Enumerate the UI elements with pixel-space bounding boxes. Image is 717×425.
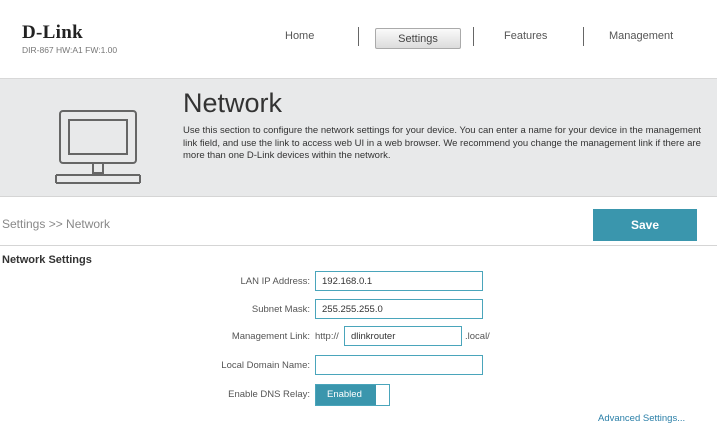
nav-settings[interactable]: Settings bbox=[375, 28, 461, 49]
computer-network-icon bbox=[48, 109, 148, 194]
subnet-mask-input[interactable] bbox=[315, 299, 483, 319]
dns-relay-state: Enabled bbox=[316, 385, 376, 405]
management-link-suffix: .local/ bbox=[465, 331, 490, 342]
nav-divider bbox=[358, 27, 359, 46]
advanced-settings-link[interactable]: Advanced Settings... bbox=[598, 413, 685, 424]
nav-divider bbox=[473, 27, 474, 46]
lan-ip-label: LAN IP Address: bbox=[240, 276, 310, 287]
dns-relay-label: Enable DNS Relay: bbox=[228, 389, 310, 400]
management-link-input[interactable] bbox=[344, 326, 462, 346]
nav-home[interactable]: Home bbox=[285, 30, 314, 42]
subnet-mask-label: Subnet Mask: bbox=[251, 304, 310, 315]
top-header: D-Link DIR-867 HW:A1 FW:1.00 Home Settin… bbox=[0, 0, 717, 78]
section-title: Network Settings bbox=[2, 254, 92, 266]
lan-ip-input[interactable] bbox=[315, 271, 483, 291]
local-domain-input[interactable] bbox=[315, 355, 483, 375]
save-button[interactable]: Save bbox=[593, 209, 697, 241]
page-description: Use this section to configure the networ… bbox=[183, 125, 702, 161]
page-title: Network bbox=[183, 88, 283, 118]
nav-features[interactable]: Features bbox=[504, 30, 547, 42]
breadcrumb: Settings >> Network bbox=[2, 217, 111, 231]
device-info: DIR-867 HW:A1 FW:1.00 bbox=[22, 45, 118, 55]
management-link-prefix: http:// bbox=[315, 331, 339, 342]
nav-divider bbox=[583, 27, 584, 46]
dlink-logo: D-Link DIR-867 HW:A1 FW:1.00 bbox=[22, 22, 117, 55]
logo-text: D-Link bbox=[22, 22, 83, 43]
management-link-label: Management Link: bbox=[231, 331, 310, 342]
local-domain-label: Local Domain Name: bbox=[221, 360, 310, 371]
page-banner: Network Use this section to configure th… bbox=[0, 78, 717, 197]
dns-relay-toggle[interactable]: Enabled bbox=[315, 384, 390, 406]
nav-management[interactable]: Management bbox=[609, 30, 673, 42]
